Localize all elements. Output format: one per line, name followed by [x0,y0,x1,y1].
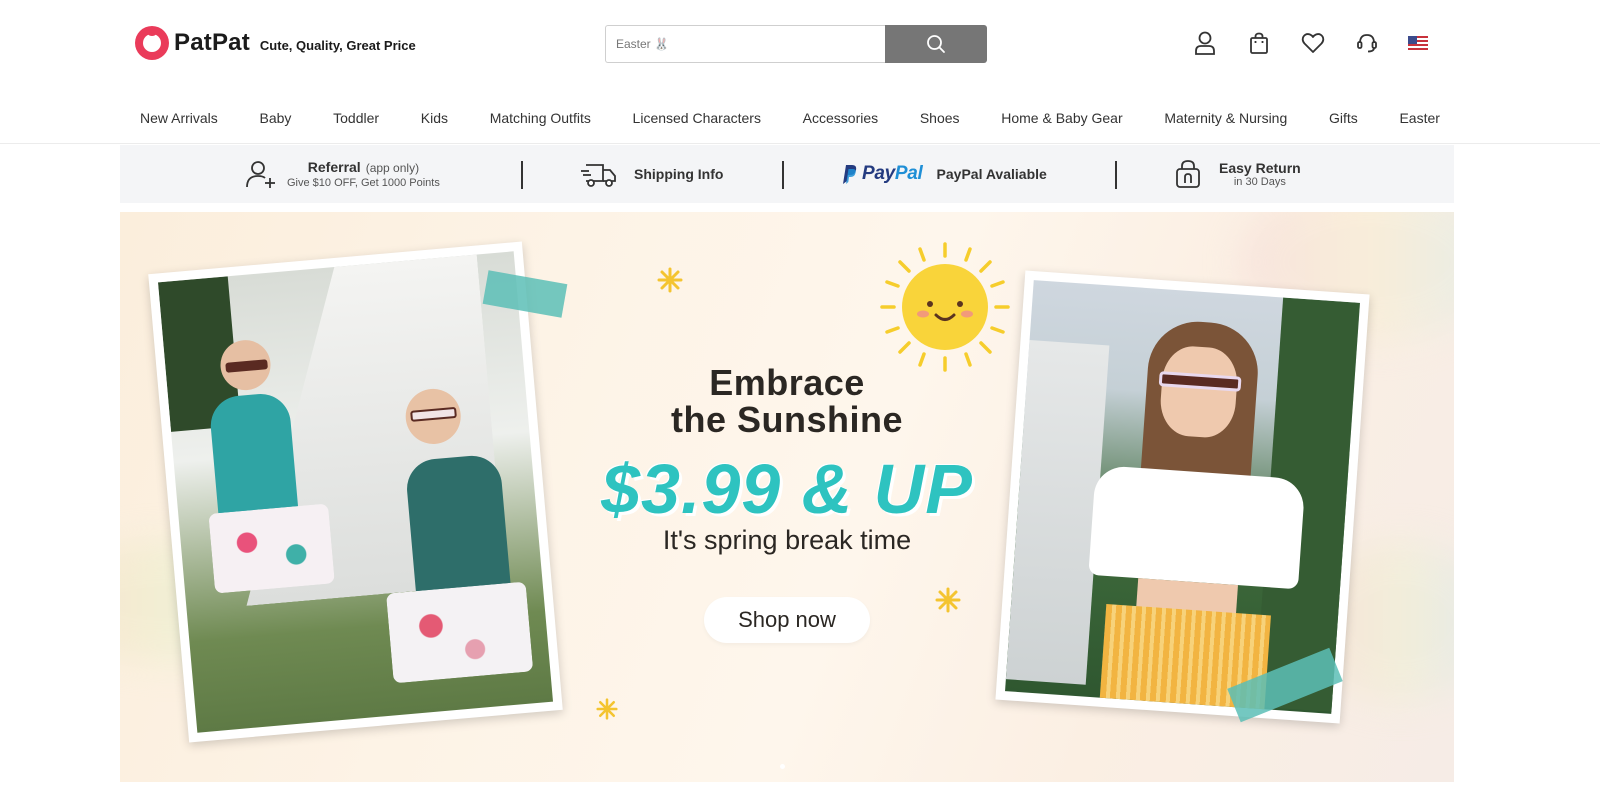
sparkle-icon [935,587,961,613]
main-nav: New Arrivals Baby Toddler Kids Matching … [140,110,1440,126]
carousel-dot[interactable] [780,764,785,769]
nav-item-easter[interactable]: Easter [1399,110,1439,126]
header-actions [1190,28,1428,58]
floral-skirt-shape [385,581,534,684]
banner-subline: It's spring break time [662,525,912,555]
divider [782,161,784,189]
nav-item-kids[interactable]: Kids [421,110,448,126]
brand-tagline: Cute, Quality, Great Price [259,37,416,53]
sparkle-icon [657,267,683,293]
banner-headline-line-2: the Sunshine [670,399,904,440]
paypal-icon [843,165,857,184]
support-icon [1357,34,1377,53]
cart-icon [1250,32,1268,54]
wishlist-button[interactable] [1298,28,1328,58]
nav-item-maternity-nursing[interactable]: Maternity & Nursing [1164,110,1287,126]
nav-item-new-arrivals[interactable]: New Arrivals [140,110,218,126]
account-button[interactable] [1190,28,1220,58]
nav-item-licensed-characters[interactable]: Licensed Characters [633,110,761,126]
wishlist-icon [1301,33,1325,53]
paypal-info[interactable]: PayPal PayPal Avaliable [840,145,1047,203]
return-subtitle: in 30 Days [1233,176,1286,188]
benefits-bar: Referral (app only) Give $10 OFF, Get 100… [120,145,1454,203]
paypal-wordmark: PayPal [862,163,923,184]
shipping-info[interactable]: Shipping Info [580,145,723,203]
shop-now-button[interactable]: Shop now [704,597,870,643]
search-button[interactable] [885,25,987,63]
brand-name: PatPat [174,29,250,56]
search-bar [605,25,987,63]
divider [521,161,523,189]
shopping-bag-icon [1176,160,1200,188]
site-header: PatPat Cute, Quality, Great Price Easter… [0,0,1600,144]
support-button[interactable] [1352,28,1382,58]
divider [1115,161,1117,189]
brand-logo[interactable]: PatPat Cute, Quality, Great Price [135,26,416,60]
us-flag-icon[interactable] [1408,36,1428,50]
banner-headline-line-1: Embrace [709,362,865,403]
nav-item-gifts[interactable]: Gifts [1329,110,1358,126]
search-icon [927,35,945,53]
sparkle-icon [596,698,618,720]
nav-item-toddler[interactable]: Toddler [333,110,379,126]
cart-button[interactable] [1244,28,1274,58]
nav-item-home-baby-gear[interactable]: Home & Baby Gear [1001,110,1122,126]
nav-item-accessories[interactable]: Accessories [803,110,878,126]
referral-subtitle: Give $10 OFF, Get 1000 Points [287,177,440,189]
return-title: Easy Return [1219,160,1301,176]
search-input[interactable] [605,25,885,63]
return-info[interactable]: Easy Return in 30 Days [1175,145,1301,203]
add-user-icon [246,161,275,188]
nav-item-matching-outfits[interactable]: Matching Outfits [490,110,591,126]
nav-item-shoes[interactable]: Shoes [920,110,960,126]
truck-icon [581,164,616,187]
paypal-title: PayPal Avaliable [936,166,1047,182]
nav-item-baby[interactable]: Baby [260,110,292,126]
hero-banner[interactable]: Embrace the Sunshine $3.99 & UP It's spr… [120,212,1454,782]
carousel-dots [777,764,788,769]
referral-note: (app only) [365,161,420,175]
banner-price: $3.99 & UP [601,450,973,528]
account-icon [1195,31,1215,55]
smiling-sun-icon [880,242,1010,372]
shipping-title: Shipping Info [634,166,724,182]
referral-title: Referral [307,159,361,175]
logo-mark-icon [135,26,169,60]
referral-info[interactable]: Referral (app only) Give $10 OFF, Get 100… [245,145,440,203]
